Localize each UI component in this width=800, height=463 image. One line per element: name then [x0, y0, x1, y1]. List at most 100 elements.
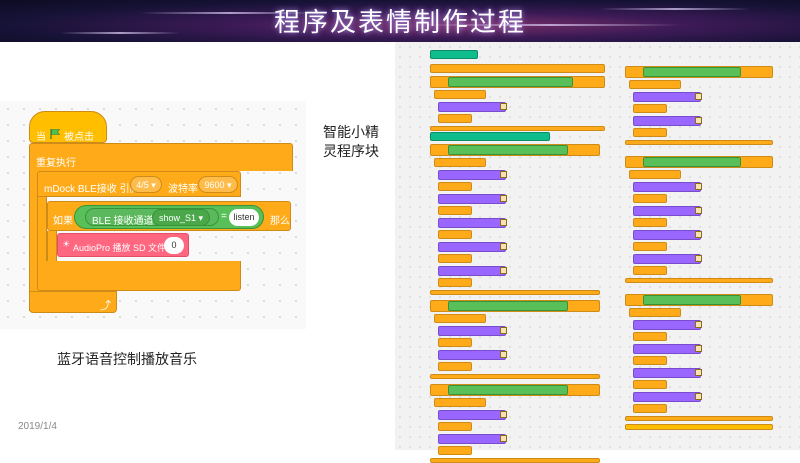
b2-face-icon-0	[695, 183, 702, 190]
a2-display-2	[438, 194, 506, 204]
program-screenshot-right	[395, 42, 800, 463]
b3-wait-1	[633, 332, 667, 341]
title-banner: 程序及表情制作过程	[0, 0, 800, 42]
slide-title: 程序及表情制作过程	[273, 8, 526, 38]
b3-wait-7	[633, 404, 667, 413]
b1-face-icon-2	[695, 117, 702, 124]
b3-face-icon-2	[695, 345, 702, 352]
left-caption: 蓝牙语音控制播放音乐	[57, 352, 197, 368]
b3-display-0	[633, 320, 701, 330]
slide-date: 2019/1/4	[18, 421, 57, 432]
a4-if-footer	[430, 458, 600, 463]
a2-condition	[448, 145, 568, 155]
a3-display-0	[438, 326, 506, 336]
ble-receive-block[interactable]: mDock BLE接收 引脚 4/5 ▾ 波特率 9600 ▾	[37, 171, 241, 197]
a3-wait-3	[438, 362, 472, 371]
b3-display-2	[633, 344, 701, 354]
a4-display-2	[438, 434, 506, 444]
a2-wait-9	[438, 278, 472, 287]
a2-display-0	[438, 170, 506, 180]
b2-repeat	[629, 170, 681, 179]
scratch-canvas-left[interactable]: 当 被点击 重复执行 ⤴ mDock BLE接收 引脚 4/5 ▾ 波特率 96…	[0, 101, 306, 329]
a4-wait-3	[438, 446, 472, 455]
mini-forever-block	[430, 64, 605, 73]
if-label: 如果	[53, 216, 73, 227]
a3-if-footer	[430, 374, 600, 379]
a3-face-icon-0	[500, 327, 507, 334]
ble-channel-dropdown[interactable]: show_S1 ▾	[152, 209, 210, 226]
audio-play-block[interactable]: ☀ AudioPro 播放 SD 文件 0	[57, 233, 189, 257]
ble-receive-label: mDock BLE接收 引脚	[44, 184, 140, 195]
a2-display-6	[438, 242, 506, 252]
a1-wait-1	[438, 114, 472, 123]
baud-dropdown[interactable]: 9600 ▾	[198, 176, 238, 193]
a4-repeat	[434, 398, 486, 407]
a3-face-icon-2	[500, 351, 507, 358]
b1-face-icon-0	[695, 93, 702, 100]
a1-face-icon-0	[500, 103, 507, 110]
b3-face-icon-4	[695, 369, 702, 376]
b-end-cap	[625, 424, 773, 430]
b3-repeat	[629, 308, 681, 317]
compare-value-input[interactable]: listen	[229, 209, 259, 226]
a2-face-icon-2	[500, 195, 507, 202]
b2-wait-5	[633, 242, 667, 251]
right-caption-line2: 灵程序块	[323, 144, 379, 160]
b1-repeat	[629, 80, 681, 89]
a2-display-8	[438, 266, 506, 276]
b3-display-6	[633, 392, 701, 402]
audio-label: AudioPro 播放 SD 文件	[73, 243, 167, 253]
b2-face-icon-6	[695, 255, 702, 262]
right-caption-line1: 智能小精	[323, 125, 379, 141]
b1-wait-1	[633, 104, 667, 113]
a2-wait-3	[438, 206, 472, 215]
baud-label: 波特率	[168, 184, 198, 195]
equals-sign: =	[221, 211, 227, 222]
a4-face-icon-2	[500, 435, 507, 442]
hat-clicked-label: 被点击	[64, 132, 94, 143]
b1-if-footer	[625, 140, 773, 145]
b3-if-footer	[625, 416, 773, 421]
b2-display-4	[633, 230, 701, 240]
a4-face-icon-0	[500, 411, 507, 418]
b3-face-icon-0	[695, 321, 702, 328]
b1-wait-3	[633, 128, 667, 137]
forever-block-footer: ⤴	[29, 291, 117, 313]
b3-condition	[643, 295, 741, 305]
a3-wait-1	[438, 338, 472, 347]
ble-pin-dropdown[interactable]: 4/5 ▾	[130, 176, 162, 193]
a1-display-0	[438, 102, 506, 112]
a3-display-2	[438, 350, 506, 360]
loop-arrow-icon: ⤴	[100, 300, 111, 312]
audio-icon: ☀	[62, 239, 71, 249]
b2-condition	[643, 157, 741, 167]
b2-display-6	[633, 254, 701, 264]
when-flag-clicked-block[interactable]: 当 被点击	[29, 111, 107, 143]
b2-display-0	[633, 182, 701, 192]
b3-wait-5	[633, 380, 667, 389]
b2-face-icon-2	[695, 207, 702, 214]
a3-condition	[448, 301, 568, 311]
b3-display-4	[633, 368, 701, 378]
audio-file-input[interactable]: 0	[164, 237, 184, 254]
a3-repeat	[434, 314, 486, 323]
a1-repeat	[434, 90, 486, 99]
b2-wait-3	[633, 218, 667, 227]
b2-wait-1	[633, 194, 667, 203]
b3-wait-3	[633, 356, 667, 365]
then-label: 那么	[270, 216, 290, 227]
equals-operator-block[interactable]: BLE 接收通道 show_S1 ▾ = listen	[74, 205, 264, 229]
mini-ble-channel-a	[430, 132, 550, 141]
if-then-block[interactable]: 如果 BLE 接收通道 show_S1 ▾ = listen 那么	[47, 201, 291, 231]
forever-block[interactable]: 重复执行	[29, 143, 293, 171]
b2-wait-7	[633, 266, 667, 275]
b2-face-icon-4	[695, 231, 702, 238]
hat-when-label: 当	[36, 132, 46, 143]
ble-channel-label: BLE 接收通道	[92, 216, 154, 227]
a2-face-icon-4	[500, 219, 507, 226]
a2-repeat	[434, 158, 486, 167]
mini-serial-block	[430, 50, 478, 59]
a2-wait-7	[438, 254, 472, 263]
b2-display-2	[633, 206, 701, 216]
forever-label: 重复执行	[36, 158, 76, 169]
